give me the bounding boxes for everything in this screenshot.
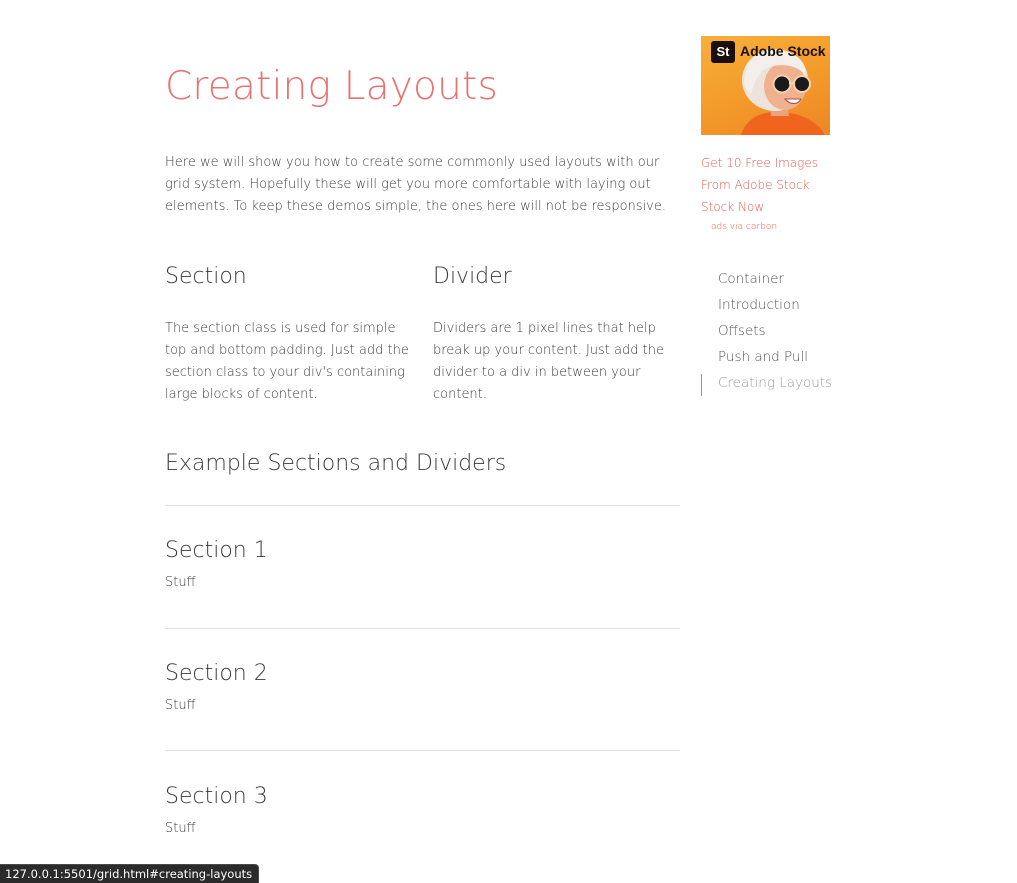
divider-description: Dividers are 1 pixel lines that help bre…: [433, 321, 664, 402]
divider: [165, 750, 680, 751]
toc-item-creating-layouts[interactable]: Creating Layouts: [701, 370, 851, 396]
carbon-ad: St Adobe Stock Get 10 Free Images From A…: [701, 36, 831, 234]
divider: [165, 505, 680, 506]
toc-item-container[interactable]: Container: [701, 266, 851, 292]
ad-link[interactable]: Get 10 Free Images From Adobe Stock Stoc…: [701, 152, 831, 218]
example-section-1: Section 1 Stuff: [165, 536, 680, 593]
example-section-heading: Section 3: [165, 784, 268, 809]
example-title: Example Sections and Dividers: [165, 451, 507, 476]
intro-paragraph: Here we will show you how to create some…: [165, 155, 666, 214]
toc-item-introduction[interactable]: Introduction: [701, 292, 851, 318]
divider-heading: Divider: [433, 264, 512, 289]
ad-logo-text: St: [716, 44, 730, 59]
example-section-heading: Section 1: [165, 538, 268, 563]
page-title: Creating Layouts: [165, 64, 499, 109]
section-heading: Section: [165, 264, 247, 289]
toc-item-offsets[interactable]: Offsets: [701, 318, 851, 344]
toc-item-push-and-pull[interactable]: Push and Pull: [701, 344, 851, 370]
example-section-3: Section 3 Stuff: [165, 782, 680, 839]
link-status-bar: 127.0.0.1:5501/grid.html#creating-layout…: [0, 864, 260, 883]
section-description: The section class is used for simple top…: [165, 321, 409, 402]
example-section-2: Section 2 Stuff: [165, 659, 680, 716]
section-column: Section The section class is used for si…: [165, 262, 410, 406]
page: Creating Layouts Here we will show you h…: [0, 0, 1017, 883]
ads-via-carbon-link[interactable]: ads via carbon: [711, 220, 831, 234]
divider-column: Divider Dividers are 1 pixel lines that …: [433, 262, 678, 406]
table-of-contents: Container Introduction Offsets Push and …: [701, 266, 851, 396]
divider: [165, 628, 680, 629]
adobe-stock-logo-icon: St: [711, 41, 735, 63]
example-section-heading: Section 2: [165, 661, 268, 686]
ad-brand: Adobe Stock: [740, 43, 826, 59]
example-section-text: Stuff: [165, 575, 196, 590]
ad-image[interactable]: St Adobe Stock: [701, 36, 830, 135]
example-section-text: Stuff: [165, 821, 196, 836]
example-section-text: Stuff: [165, 698, 196, 713]
